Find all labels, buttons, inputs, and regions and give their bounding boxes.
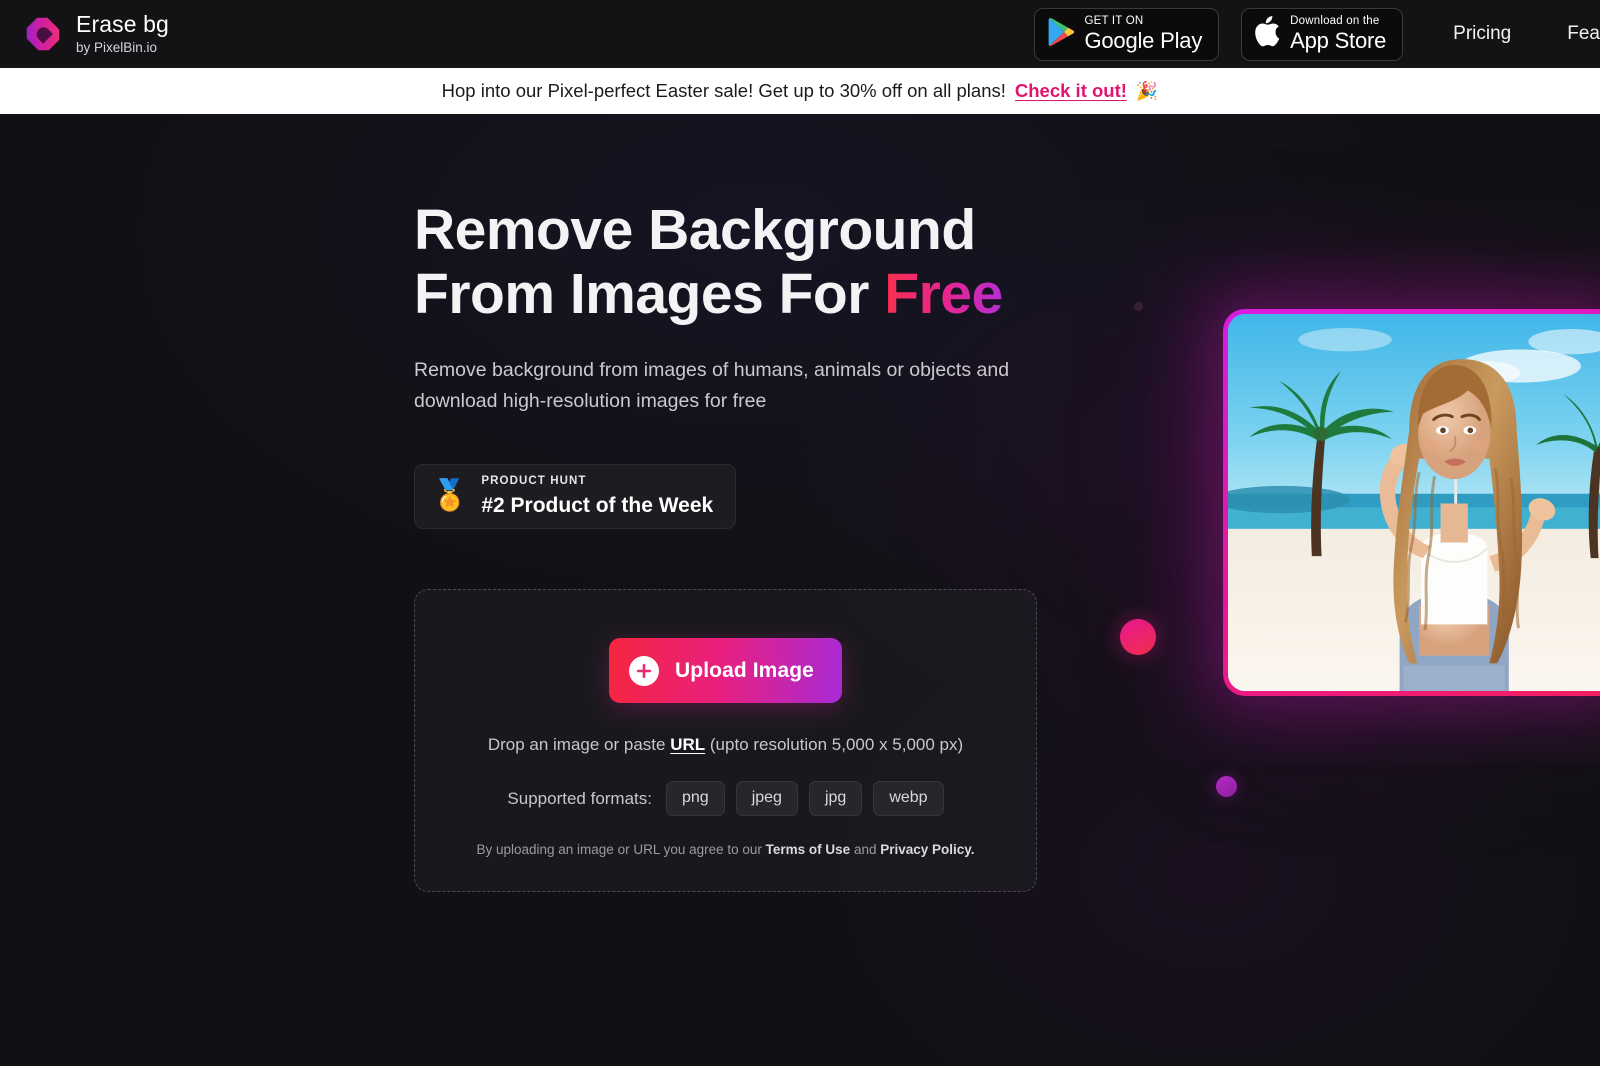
announcement-text: Hop into our Pixel-perfect Easter sale! … — [441, 80, 1006, 101]
format-chip-png: png — [666, 781, 725, 816]
nav-item-features[interactable]: Fea — [1539, 23, 1600, 45]
google-play-top-label: GET IT ON — [1084, 14, 1144, 27]
brand-logo-link[interactable]: Erase bg by PixelBin.io — [22, 13, 169, 55]
product-hunt-kicker: PRODUCT HUNT — [481, 474, 587, 487]
headline-line-2: From Images For — [414, 262, 885, 327]
terms-disclaimer: By uploading an image or URL you agree t… — [476, 842, 974, 857]
drop-instruction: Drop an image or paste URL (upto resolut… — [488, 735, 963, 755]
terms-and: and — [850, 842, 881, 857]
upload-image-button-label: Upload Image — [675, 658, 814, 682]
site-header: Erase bg by PixelBin.io GET IT ON Google… — [0, 0, 1600, 68]
drop-instruction-prefix: Drop an image or paste — [487, 735, 671, 754]
app-store-bottom-label: App Store — [1290, 28, 1387, 54]
paste-url-link[interactable]: URL — [670, 735, 705, 754]
decorative-dot-purple — [1216, 776, 1237, 797]
erase-bg-diamond-logo-icon — [22, 14, 64, 54]
brand-name: Erase bg — [76, 11, 169, 38]
google-play-bottom-label: Google Play — [1084, 28, 1203, 54]
privacy-policy-link[interactable]: Privacy Policy. — [880, 842, 974, 857]
decorative-dot-small — [1134, 302, 1143, 311]
headline-accent-free: Free — [884, 262, 1003, 327]
format-chip-webp: webp — [873, 781, 944, 816]
medal-icon: 🏅 — [431, 479, 469, 513]
terms-prefix: By uploading an image or URL you agree t… — [476, 842, 766, 857]
brand-subtitle: by PixelBin.io — [76, 40, 158, 56]
nav-item-pricing[interactable]: Pricing — [1425, 23, 1539, 45]
upload-image-button[interactable]: Upload Image — [609, 638, 842, 703]
product-hunt-title: #2 Product of the Week — [481, 494, 714, 518]
google-play-button[interactable]: GET IT ON Google Play — [1034, 7, 1220, 61]
google-play-icon — [1048, 17, 1075, 52]
app-store-button[interactable]: Download on the App Store — [1241, 7, 1404, 61]
page-title: Remove Background From Images For Free — [414, 198, 1054, 327]
format-chip-jpg: jpg — [808, 781, 863, 816]
announcement-cta-link[interactable]: Check it out! — [1015, 80, 1127, 102]
supported-formats-row: Supported formats: png jpeg jpg webp — [507, 781, 944, 816]
product-hunt-badge[interactable]: 🏅 PRODUCT HUNT #2 Product of the Week — [414, 463, 737, 530]
decorative-dot-pink — [1120, 619, 1156, 655]
hero-preview-image — [1228, 314, 1600, 691]
supported-formats-label: Supported formats: — [507, 788, 652, 808]
party-popper-icon: 🎉 — [1135, 80, 1159, 101]
terms-of-use-link[interactable]: Terms of Use — [766, 842, 851, 857]
app-store-top-label: Download on the — [1290, 14, 1380, 27]
hero-preview-card — [1223, 309, 1600, 696]
announcement-banner: Hop into our Pixel-perfect Easter sale! … — [0, 68, 1600, 114]
apple-icon — [1255, 16, 1281, 52]
header-actions: GET IT ON Google Play Download on the Ap… — [1034, 0, 1600, 68]
hero-section: Remove Background From Images For Free R… — [0, 114, 1600, 1066]
format-chip-jpeg: jpeg — [735, 781, 798, 816]
hero-subheading: Remove background from images of humans,… — [414, 358, 1010, 413]
plus-icon — [629, 655, 660, 686]
headline-line-1: Remove Background — [414, 198, 976, 262]
drop-instruction-suffix: (upto resolution 5,000 x 5,000 px) — [705, 735, 964, 754]
hero-copy: Remove Background From Images For Free R… — [414, 198, 1054, 530]
upload-dropzone[interactable]: Upload Image Drop an image or paste URL … — [414, 589, 1037, 892]
